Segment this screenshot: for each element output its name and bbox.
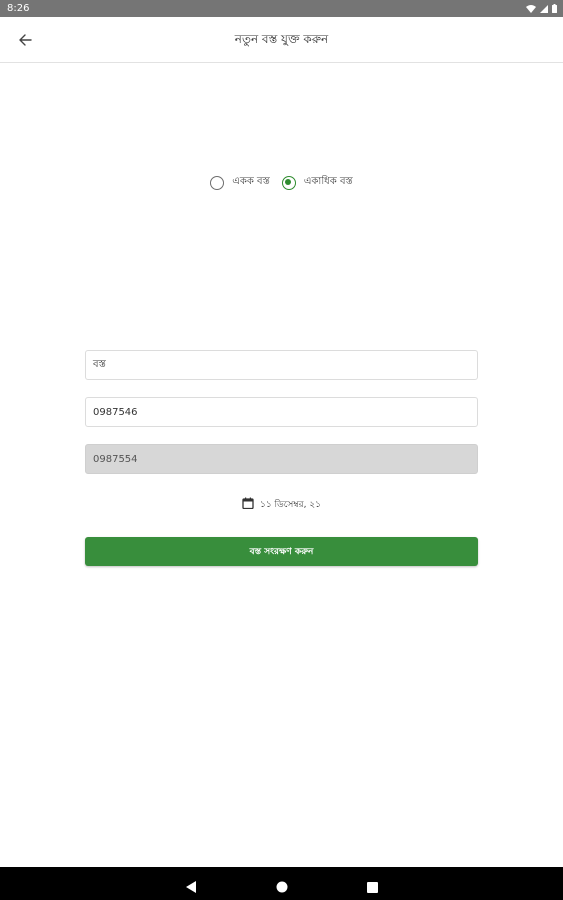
radio-button-checked[interactable] bbox=[281, 175, 296, 190]
app-bar: নতুন বস্ত যুক্ত করুন bbox=[0, 17, 563, 63]
item-type-radio-group: একক বস্ত একাধিক বস্ত bbox=[0, 174, 563, 191]
item-name-value: বস্ত bbox=[93, 358, 106, 370]
first-code-value: 0987546 bbox=[93, 406, 138, 418]
system-nav-bar bbox=[0, 867, 563, 900]
calendar-icon bbox=[242, 497, 254, 512]
second-code-field: 0987554 bbox=[85, 444, 478, 474]
status-icons bbox=[526, 4, 557, 13]
second-code-value: 0987554 bbox=[93, 453, 138, 465]
first-code-field[interactable]: 0987546 bbox=[85, 397, 478, 427]
date-text: ১১ ডিসেম্বর, ২১ bbox=[260, 500, 321, 510]
nav-back-icon[interactable] bbox=[186, 878, 197, 897]
page-title: নতুন বস্ত যুক্ত করুন bbox=[234, 32, 329, 46]
nav-recents-icon[interactable] bbox=[367, 878, 378, 897]
battery-icon bbox=[552, 4, 557, 13]
save-item-button[interactable]: বস্ত সংরক্ষণ করুন bbox=[85, 537, 478, 566]
radio-single-item[interactable]: একক বস্ত bbox=[210, 174, 270, 191]
item-name-field[interactable]: বস্ত bbox=[85, 350, 478, 380]
status-bar: 8:26 bbox=[0, 0, 563, 17]
nav-home-icon[interactable] bbox=[276, 878, 288, 897]
radio-label-multiple: একাধিক বস্ত bbox=[303, 176, 353, 187]
signal-icon bbox=[540, 4, 548, 13]
radio-button-unchecked[interactable] bbox=[210, 175, 225, 190]
status-time: 8:26 bbox=[7, 3, 30, 14]
radio-multiple-items[interactable]: একাধিক বস্ত bbox=[281, 174, 353, 191]
date-row: ১১ ডিসেম্বর, ২১ bbox=[0, 497, 563, 512]
radio-label-single: একক বস্ত bbox=[232, 176, 270, 187]
screen: 8:26 নতুন বস্ত যুক্ত করুন একক বস্ত একাধি… bbox=[0, 0, 563, 900]
wifi-icon bbox=[526, 4, 536, 13]
date-picker-button[interactable]: ১১ ডিসেম্বর, ২১ bbox=[242, 497, 321, 512]
